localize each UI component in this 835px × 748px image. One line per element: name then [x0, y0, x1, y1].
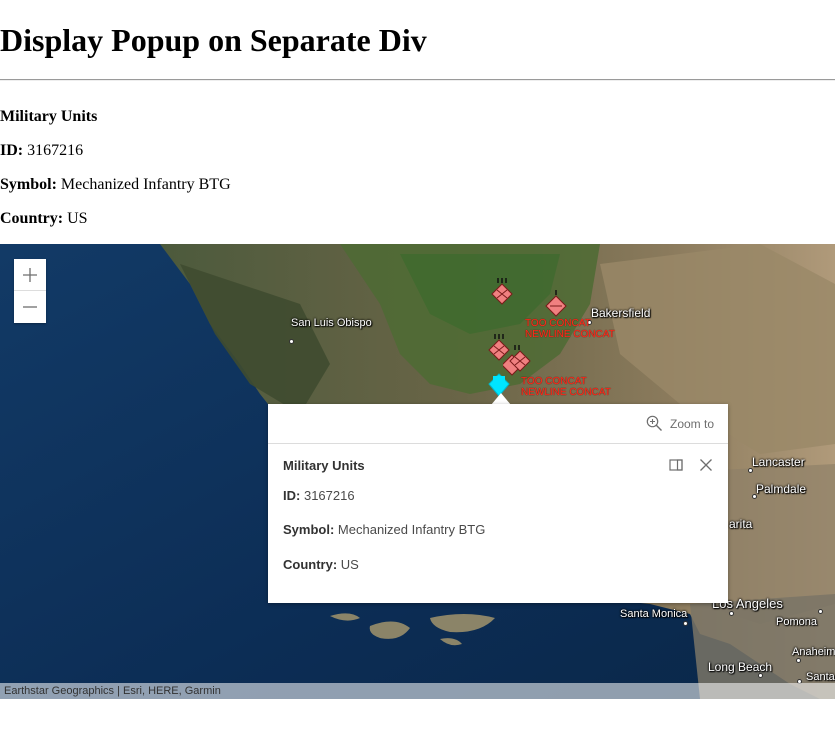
place-label: Long Beach [708, 660, 773, 674]
unit-label: TOO CONCAT NEWLINE CONCAT [525, 318, 615, 340]
military-unit-symbol[interactable] [544, 288, 568, 318]
divider [0, 79, 835, 81]
place-label: Lancaster [752, 455, 805, 469]
zoom-control [14, 259, 46, 323]
info-country-value: US [67, 210, 88, 227]
popup-title: Military Units [283, 458, 365, 473]
info-symbol-label: Symbol: [0, 176, 57, 193]
zoom-to-button[interactable]: Zoom to [646, 415, 714, 432]
info-layer-title: Military Units [0, 108, 98, 125]
place-dot [289, 339, 294, 344]
dock-icon[interactable] [669, 458, 683, 472]
close-icon[interactable] [699, 458, 713, 472]
info-country-label: Country: [0, 210, 64, 227]
zoom-in-button[interactable] [14, 259, 46, 291]
info-symbol: Symbol: Mechanized Infantry BTG [0, 176, 231, 194]
map-popup: Zoom to Military Units ID: 3167216 Symbo… [268, 404, 728, 603]
place-label: Pomona [776, 616, 817, 628]
info-symbol-value: Mechanized Infantry BTG [60, 176, 231, 193]
place-label: Santa Monica [620, 608, 688, 620]
info-id-label: ID: [0, 142, 24, 159]
info-country: Country: US [0, 210, 88, 228]
map-attribution: Earthstar Geographics | Esri, HERE, Garm… [0, 683, 835, 699]
popup-field-country: Country: US [283, 557, 359, 572]
info-id: ID: 3167216 [0, 142, 83, 160]
place-dot [758, 673, 763, 678]
military-unit-symbol[interactable] [490, 276, 514, 306]
place-label: Palmdale [756, 482, 807, 496]
minus-icon [23, 306, 37, 308]
place-dot [729, 611, 734, 616]
popup-header: Zoom to [268, 404, 728, 444]
zoom-out-button[interactable] [14, 291, 46, 323]
zoom-to-label: Zoom to [669, 416, 714, 431]
plus-icon [23, 267, 37, 282]
popup-field-id: ID: 3167216 [283, 488, 355, 503]
place-dot [748, 468, 753, 473]
page-title: Display Popup on Separate Div [0, 22, 427, 58]
place-dot [683, 621, 688, 626]
place-label: San Luis Obispo [291, 317, 372, 329]
info-id-value: 3167216 [27, 142, 84, 159]
unit-label: TOO CONCAT NEWLINE CONCAT [521, 376, 611, 398]
place-dot [796, 658, 801, 663]
popup-field-symbol: Symbol: Mechanized Infantry BTG [283, 522, 486, 537]
place-label: arita [729, 517, 753, 531]
place-dot [752, 494, 757, 499]
place-dot [818, 609, 823, 614]
zoom-to-icon [646, 415, 662, 431]
